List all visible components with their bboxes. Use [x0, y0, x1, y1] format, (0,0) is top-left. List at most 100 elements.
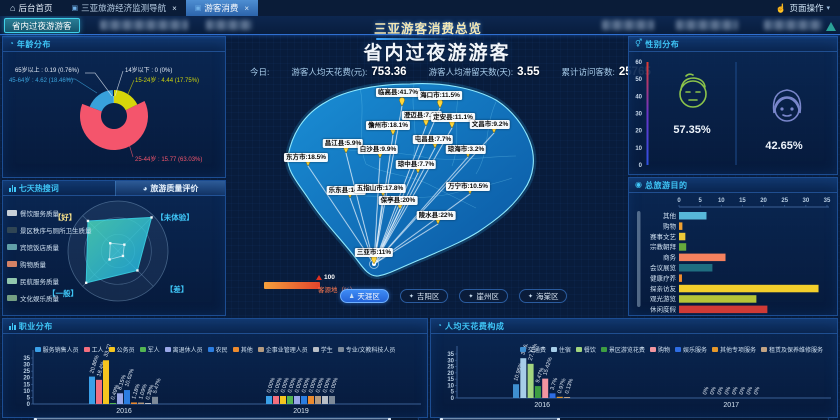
legend-label: 军人 [147, 348, 160, 354]
svg-text:0%: 0% [753, 386, 761, 396]
legend-swatch [257, 347, 264, 352]
bar-chart-icon [9, 322, 16, 330]
district-button-天涯区[interactable]: ♟ 天涯区 [340, 289, 389, 303]
legend-item[interactable]: 住宿 [550, 345, 571, 354]
age-callout-label: 15-24岁 : 4.44 (17.75%) [135, 78, 200, 84]
legend-label: 其他 [240, 348, 253, 354]
panel-quality: 七天热搜词 ◕ 旅游质量评价 【好】 【未体验】 【差】 【一般】 餐饮服务质量 景区秩… [2, 180, 226, 316]
legend-swatch [312, 347, 319, 352]
svg-text:0: 0 [27, 402, 31, 408]
legend-label: 交通费 [527, 348, 546, 354]
legend-item[interactable]: 服务销售人员 [34, 345, 79, 354]
svg-text:30: 30 [803, 198, 810, 204]
panel-age-distribution: ◔ 年龄分布 65岁以上 : 0.19 (0.76%) 45-64岁 : 4.62… [2, 36, 226, 178]
svg-text:2017: 2017 [723, 402, 739, 409]
top-bar: ⌂ 后台首页 ▣ 三亚旅游经济监测导航 × ▣ 游客消费 × ☝ 页面操作 ▾ [0, 0, 840, 16]
panel-travel-purpose: ◉ 总旅游目的 0 5 10 15 20 25 30 35 其他 购物 赛事文艺 宗教朝拜 商务 会议展览… [628, 177, 838, 316]
tab-monitor-nav[interactable]: ▣ 三亚旅游经济监测导航 × [62, 0, 185, 16]
blurred-nav-item[interactable] [602, 20, 654, 30]
legend-swatch [649, 347, 656, 352]
target-icon: ◉ [635, 180, 642, 189]
legend-item[interactable]: 其他 [232, 345, 253, 354]
panel-title: 总旅游目的 [644, 180, 688, 190]
district-button-吉阳区[interactable]: ✦ 吉阳区 [399, 289, 449, 303]
blurred-nav-item[interactable] [206, 20, 252, 30]
svg-text:30: 30 [447, 358, 454, 364]
legend-item[interactable]: 景区游览花费 [600, 345, 645, 354]
svg-text:5: 5 [451, 390, 455, 396]
legend-item[interactable]: 其他专项服务 [711, 345, 756, 354]
legend-item[interactable]: 交通费 [519, 345, 546, 354]
legend-label: 购物 [657, 348, 670, 354]
legend-swatch [575, 347, 582, 352]
legend-swatch [7, 244, 17, 250]
page-ops-button[interactable]: ☝ 页面操作 ▾ [766, 2, 840, 14]
legend-swatch [600, 347, 607, 352]
legend-label: 其他专项服务 [719, 348, 756, 354]
spend-bar-chart: 0510152025303510.96%31.65%27.19%9.47%15.… [447, 344, 831, 409]
legend-label: 娱乐服务 [682, 348, 707, 354]
legend-item[interactable]: 离退休人员 [164, 345, 203, 354]
legend-label: 购物质量 [20, 262, 46, 269]
tab-label: 三亚旅游经济监测导航 [81, 3, 167, 13]
legend-label: 景区游览花费 [608, 348, 645, 354]
legend-label: 餐饮服务质量 [20, 211, 59, 218]
svg-text:2016: 2016 [534, 402, 550, 409]
legend-item[interactable]: 公务员 [108, 345, 135, 354]
legend-item[interactable]: 餐饮 [575, 345, 596, 354]
tab-quality-evaluation[interactable]: ◕ 旅游质量评价 [115, 180, 225, 196]
legend-swatch [711, 347, 718, 352]
legend-swatch [7, 278, 17, 284]
close-icon[interactable]: × [172, 4, 177, 13]
bar-chart-icon [9, 184, 16, 192]
female-percentage: 42.65% [765, 140, 803, 152]
legend-label: 专业/文教科技人员 [345, 348, 396, 354]
blurred-nav-item[interactable] [100, 20, 188, 30]
district-button-海棠区[interactable]: ✦ 海棠区 [518, 289, 568, 303]
panel-title: 职业分布 [18, 321, 53, 331]
district-button-崖州区[interactable]: ✦ 崖州区 [459, 289, 508, 303]
svg-text:休闲度假: 休闲度假 [650, 305, 677, 314]
legend-item[interactable]: 购物质量 [7, 259, 92, 269]
panel-gender-distribution: ⚥ 性别分布 0 10 20 30 40 50 60 57.35% 42.65% [628, 36, 838, 175]
tab-hot-search-words[interactable]: 七天热搜词 [3, 181, 112, 196]
svg-text:20: 20 [23, 376, 30, 382]
svg-text:10: 10 [718, 198, 725, 204]
legend-swatch [7, 210, 17, 216]
svg-text:10.62%: 10.62% [124, 368, 136, 388]
svg-text:商务: 商务 [663, 253, 677, 262]
legend-item[interactable]: 餐饮服务质量 [7, 208, 92, 218]
svg-text:会议展览: 会议展览 [650, 263, 677, 272]
legend-swatch [674, 347, 681, 352]
legend-swatch [207, 347, 214, 352]
home-nav[interactable]: ⌂ 后台首页 [0, 0, 62, 16]
legend-item[interactable]: 景区秩序与厕所卫生质量 [7, 225, 92, 235]
legend-item[interactable]: 购物 [649, 345, 670, 354]
legend-item[interactable]: 娱乐服务 [674, 345, 707, 354]
legend-item[interactable]: 民航服务质量 [7, 276, 92, 286]
svg-text:60: 60 [635, 60, 642, 66]
panel-header: ◔ 年龄分布 [3, 37, 225, 52]
legend-item[interactable]: 工人 [83, 345, 104, 354]
svg-text:【差】: 【差】 [166, 284, 189, 294]
svg-text:15.42%: 15.42% [542, 357, 554, 377]
legend-item[interactable]: 企事业管理人员 [257, 345, 308, 354]
nav-bar: 省内过夜游游客 三亚游客消费总览 [0, 16, 840, 40]
legend-item[interactable]: 农民 [207, 345, 228, 354]
triangle-handle-icon [316, 275, 322, 280]
close-icon[interactable]: × [244, 4, 249, 13]
legend-item[interactable]: 宾馆饭店质量 [7, 242, 92, 252]
legend-item[interactable]: 军人 [139, 345, 160, 354]
legend-item[interactable]: 专业/文教科技人员 [337, 345, 396, 354]
legend-item[interactable]: 文化娱乐质量 [7, 293, 92, 303]
blurred-nav-item[interactable] [764, 20, 822, 30]
svg-text:35: 35 [824, 198, 831, 204]
svg-text:50: 50 [635, 77, 642, 83]
subtab-overnight-visitors[interactable]: 省内过夜游游客 [4, 18, 80, 33]
legend-item[interactable]: 租赁及保养维修服务 [760, 345, 823, 354]
legend-item[interactable]: 学生 [312, 345, 333, 354]
tab-visitor-consumption[interactable]: ▣ 游客消费 × [185, 0, 259, 16]
district-label: 崖州区 [476, 291, 499, 301]
age-callout-label: 65岁以上 : 0.19 (0.76%) [14, 68, 79, 74]
blurred-nav-item[interactable] [676, 20, 738, 30]
